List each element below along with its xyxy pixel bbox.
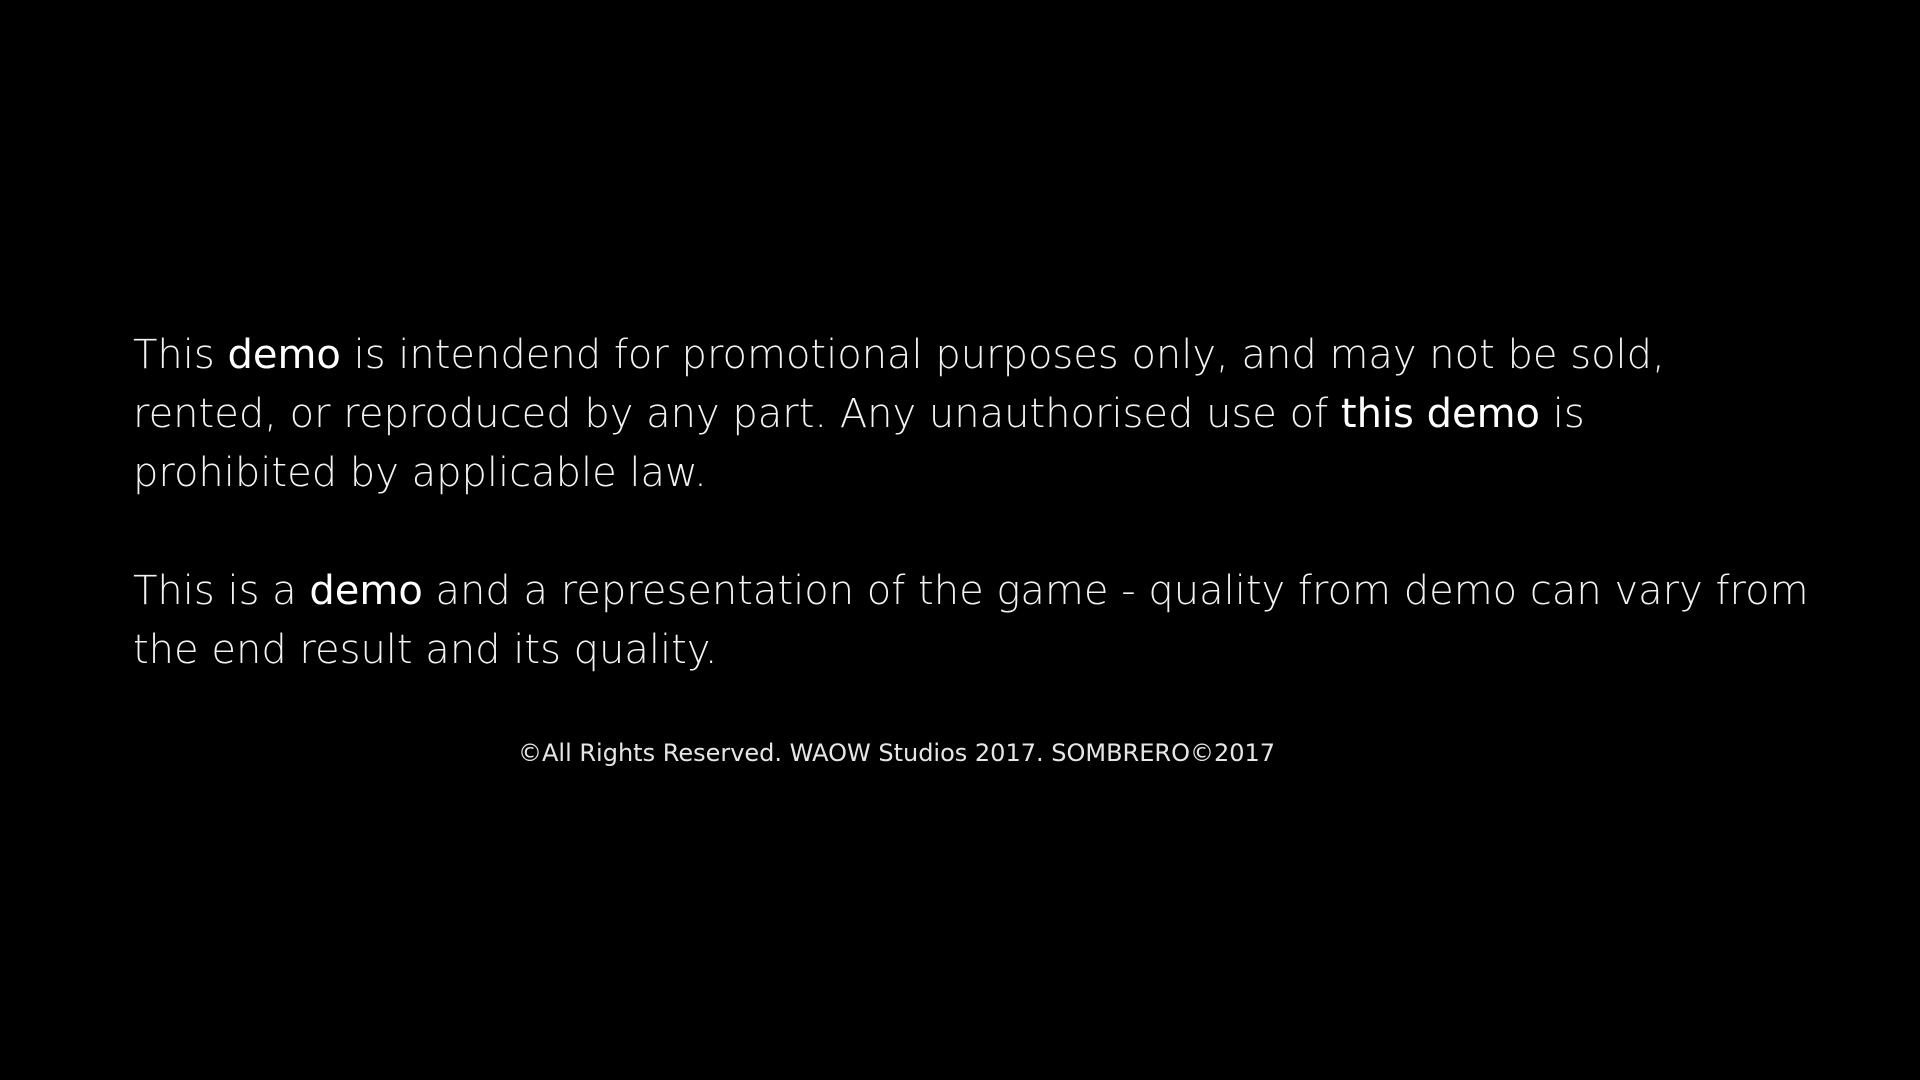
text-segment: This bbox=[133, 332, 228, 378]
text-segment: This is a bbox=[133, 568, 310, 614]
text-segment: is intendend for promotional purposes on… bbox=[340, 332, 1665, 378]
text-segment: rented, or reproduced by any part. Any u… bbox=[133, 391, 1341, 437]
disclaimer-line: This demo is intendend for promotional p… bbox=[133, 326, 1833, 385]
disclaimer-line: This is a demo and a representation of t… bbox=[133, 562, 1833, 621]
disclaimer-paragraph-quality: This is a demo and a representation of t… bbox=[133, 562, 1833, 680]
text-segment: is bbox=[1540, 391, 1585, 437]
copyright-notice: ©All Rights Reserved. WAOW Studios 2017.… bbox=[518, 739, 1276, 767]
emphasis-this-demo: this demo bbox=[1340, 391, 1541, 437]
text-segment: prohibited by applicable law. bbox=[133, 450, 707, 496]
disclaimer-line: prohibited by applicable law. bbox=[133, 444, 1833, 503]
emphasis-demo: demo bbox=[227, 332, 341, 378]
text-segment: and a representation of the game - quali… bbox=[422, 568, 1809, 614]
disclaimer-text-block: This demo is intendend for promotional p… bbox=[133, 326, 1833, 680]
disclaimer-line: rented, or reproduced by any part. Any u… bbox=[133, 385, 1833, 444]
disclaimer-line: the end result and its quality. bbox=[133, 621, 1833, 680]
emphasis-demo: demo bbox=[309, 568, 423, 614]
demo-disclaimer-screen: This demo is intendend for promotional p… bbox=[0, 0, 1920, 1080]
text-segment: the end result and its quality. bbox=[133, 627, 718, 673]
disclaimer-paragraph-usage: This demo is intendend for promotional p… bbox=[133, 326, 1833, 503]
